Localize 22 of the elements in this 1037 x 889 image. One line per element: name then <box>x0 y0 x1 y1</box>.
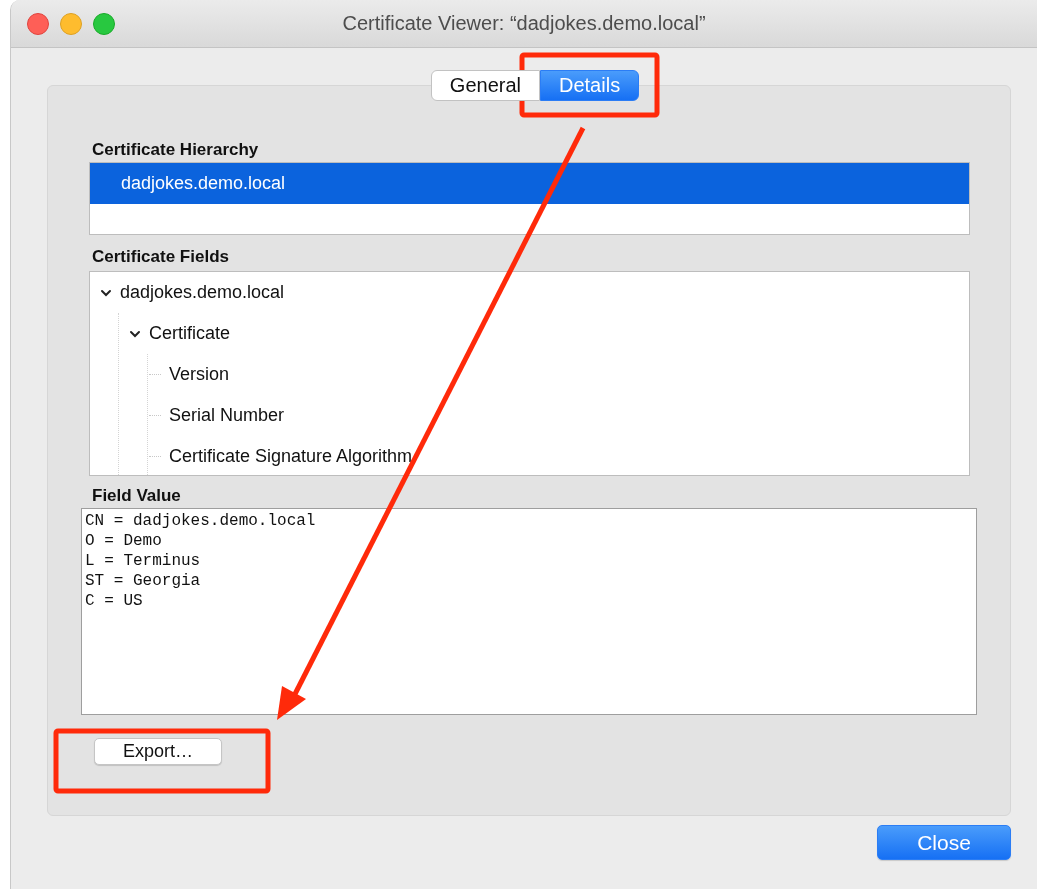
window-title: Certificate Viewer: “dadjokes.demo.local” <box>342 12 706 35</box>
tree-item[interactable]: Certificate Signature Algorithm <box>169 446 413 467</box>
value-line: L = Terminus <box>85 551 202 571</box>
section-label: Certificate Hierarchy <box>92 139 260 161</box>
list-item[interactable]: dadjokes.demo.local <box>90 163 969 204</box>
close-window-button[interactable] <box>27 12 49 35</box>
tree-item[interactable]: Version <box>169 364 230 385</box>
section-label: Certificate Fields <box>92 246 230 268</box>
tree-item[interactable]: Serial Number <box>169 405 285 426</box>
value-line: CN = dadjokes.demo.local <box>85 511 317 531</box>
value-line: O = Demo <box>85 531 163 551</box>
export-button[interactable]: Export… <box>94 738 223 765</box>
close-button[interactable]: Close <box>877 825 1011 860</box>
section-label: Field Value <box>92 485 182 507</box>
minimize-window-button[interactable] <box>60 12 82 35</box>
value-line: C = US <box>85 591 144 611</box>
tree-item[interactable]: dadjokes.demo.local <box>120 282 285 303</box>
tab[interactable]: General <box>430 70 540 101</box>
zoom-window-button[interactable] <box>93 12 115 35</box>
tree-item[interactable]: Certificate <box>149 323 231 344</box>
tab[interactable]: Details <box>540 70 640 101</box>
value-line: ST = Georgia <box>85 571 202 591</box>
